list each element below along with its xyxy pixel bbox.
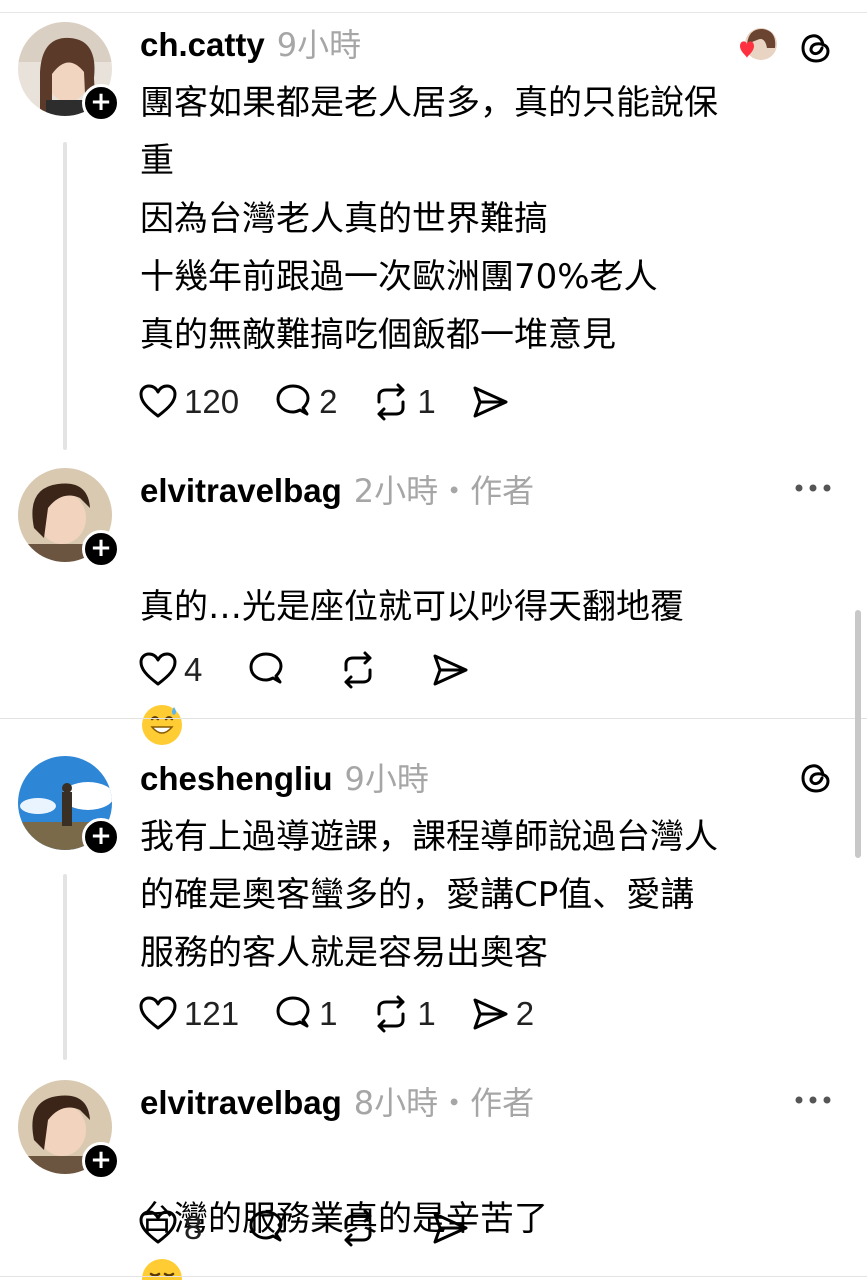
comment-text-content: 真的…光是座位就可以吵得天翻地覆: [140, 587, 684, 627]
more-options-icon[interactable]: [793, 1094, 833, 1106]
avatar-wrap[interactable]: +: [18, 1080, 120, 1180]
comment-meta: ch.catty 9小時: [140, 20, 361, 64]
username[interactable]: elvitravelbag: [140, 1084, 342, 1122]
repost-icon: [377, 383, 405, 421]
action-bar: 121 1 1 2: [138, 992, 568, 1036]
repost-button[interactable]: 1: [371, 994, 436, 1034]
username[interactable]: ch.catty: [140, 26, 265, 64]
like-button[interactable]: 121: [138, 994, 239, 1034]
timestamp: 9小時: [276, 26, 362, 64]
follow-plus-button[interactable]: +: [82, 84, 120, 122]
send-icon: [473, 386, 508, 418]
repost-button[interactable]: [338, 650, 378, 690]
share-button[interactable]: [470, 382, 516, 422]
repost-button[interactable]: 1: [371, 382, 436, 422]
send-icon: [473, 998, 508, 1030]
timestamp: 2小時・作者: [353, 472, 535, 510]
comment-icon: [276, 384, 310, 416]
bottom-divider: [0, 1276, 867, 1277]
action-bar: 8: [138, 1206, 504, 1250]
grinning-face-with-sweat-icon: [142, 704, 182, 745]
more-options-icon[interactable]: [793, 482, 833, 494]
heart-icon: [139, 996, 177, 1030]
username[interactable]: elvitravelbag: [140, 472, 342, 510]
like-count: 121: [184, 995, 240, 1032]
threads-logo-icon: [801, 34, 830, 63]
like-button[interactable]: 120: [138, 382, 239, 422]
thread-line: [63, 142, 67, 450]
repost-button[interactable]: [338, 1208, 378, 1248]
comment-meta: elvitravelbag 8小時・作者: [140, 1078, 534, 1122]
reply-button[interactable]: 1: [273, 994, 337, 1034]
threads-logo-icon: [801, 764, 830, 793]
action-bar: 4: [138, 648, 504, 692]
share-button[interactable]: [430, 650, 470, 690]
reply-count: 2: [319, 383, 338, 420]
thread-line: [63, 874, 67, 1060]
comment-meta: elvitravelbag 2小時・作者: [140, 466, 534, 510]
share-button[interactable]: [430, 1208, 470, 1248]
like-count: 8: [184, 1209, 203, 1246]
comment-icon: [276, 996, 310, 1028]
comment-meta: cheshengliu 9小時: [140, 754, 429, 798]
follow-plus-button[interactable]: +: [82, 818, 120, 856]
repost-icon: [344, 651, 372, 689]
username[interactable]: cheshengliu: [140, 760, 333, 798]
send-icon: [433, 1212, 468, 1244]
share-count: 2: [515, 995, 535, 1032]
timestamp: 9小時: [344, 760, 429, 798]
share-button[interactable]: 2: [470, 994, 534, 1034]
top-divider: [0, 12, 867, 13]
scrollbar[interactable]: [855, 610, 861, 858]
like-count: 4: [184, 651, 203, 688]
like-button[interactable]: 8: [138, 1208, 202, 1248]
like-button[interactable]: 4: [138, 650, 202, 690]
follow-plus-button[interactable]: +: [82, 530, 120, 568]
reply-count: 1: [319, 995, 338, 1032]
avatar-wrap[interactable]: +: [18, 468, 120, 568]
repost-count: 1: [417, 995, 436, 1032]
repost-icon: [377, 995, 405, 1033]
heart-icon: [139, 1210, 177, 1244]
comment-text: 我有上過導遊課，課程導師說過台灣人 的確是奧客蠻多的，愛講CP值、愛講 服務的客…: [140, 817, 718, 973]
comment-icon: [249, 652, 283, 684]
like-count: 120: [184, 383, 240, 420]
follow-plus-button[interactable]: +: [82, 1142, 120, 1180]
avatar-wrap[interactable]: +: [18, 22, 120, 122]
repost-icon: [344, 1209, 372, 1247]
comment-text: 團客如果都是老人居多，真的只能說保 重 因為台灣老人真的世界難搞 十幾年前跟過一…: [140, 83, 718, 355]
action-bar: 120 2 1: [138, 380, 550, 424]
liker-avatar: [737, 26, 777, 66]
avatar-wrap[interactable]: +: [18, 756, 120, 856]
timestamp: 8小時・作者: [353, 1084, 535, 1122]
heart-icon: [139, 652, 177, 686]
heart-icon: [139, 384, 177, 418]
send-icon: [433, 654, 468, 686]
top-partial-text: [0, 0, 867, 10]
reply-button[interactable]: [246, 1208, 286, 1248]
reply-button[interactable]: [246, 650, 286, 690]
repost-count: 1: [417, 383, 436, 420]
reply-button[interactable]: 2: [273, 382, 337, 422]
thread-divider: [0, 718, 867, 719]
comment-icon: [249, 1210, 283, 1242]
